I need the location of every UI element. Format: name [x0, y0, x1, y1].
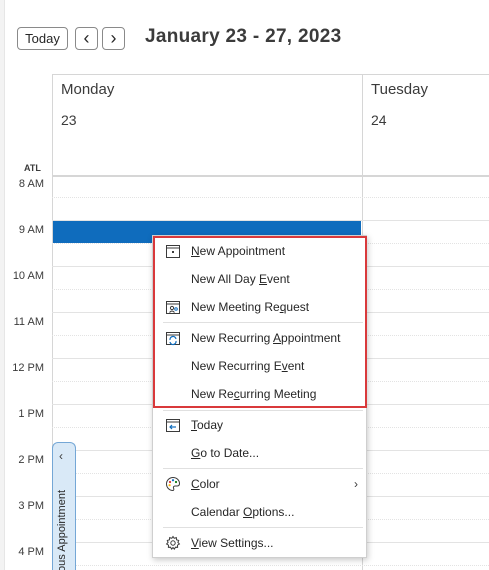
- menu-item-label: Today: [191, 418, 224, 432]
- menu-separator: [163, 410, 363, 411]
- menu-item-view-settings[interactable]: View Settings...: [153, 530, 366, 556]
- previous-appointment-label: Previous Appointment: [56, 489, 68, 570]
- time-label-4pm: 4 PM: [18, 546, 44, 558]
- time-label-12pm: 12 PM: [12, 362, 44, 374]
- next-week-button[interactable]: ›: [102, 27, 125, 50]
- previous-week-button[interactable]: ‹: [75, 27, 98, 50]
- menu-item-label: View Settings...: [191, 536, 274, 550]
- time-label-2pm: 2 PM: [18, 454, 44, 466]
- menu-separator: [163, 468, 363, 469]
- menu-separator: [163, 527, 363, 528]
- date-number-monday[interactable]: 23: [61, 112, 77, 128]
- today-button[interactable]: Today: [17, 27, 68, 50]
- day-header-monday[interactable]: Monday: [61, 81, 114, 98]
- highlight-box: [153, 236, 367, 408]
- day-header-tuesday[interactable]: Tuesday: [371, 81, 428, 98]
- time-label-8am: 8 AM: [18, 178, 44, 190]
- menu-item-label: Color: [191, 477, 220, 491]
- time-label-10am: 10 AM: [12, 270, 44, 282]
- today-icon: [166, 419, 180, 432]
- date-number-tuesday[interactable]: 24: [371, 112, 387, 128]
- all-day-separator: [52, 175, 489, 177]
- time-label-9am: 9 AM: [18, 224, 44, 236]
- chevron-left-icon: ‹: [59, 449, 63, 463]
- time-label-11am: 11 AM: [13, 316, 44, 328]
- time-label-3pm: 3 PM: [18, 500, 44, 512]
- settings-gear-icon: [165, 535, 181, 550]
- chevron-left-icon: ‹: [83, 27, 90, 48]
- timezone-label: ATL: [24, 163, 41, 173]
- chevron-right-icon: ›: [110, 27, 117, 48]
- half-hour-line: [52, 197, 489, 198]
- half-hour-line: [52, 565, 489, 566]
- menu-item-go-to-date[interactable]: Go to Date...: [153, 440, 366, 466]
- color-palette-icon: [166, 476, 181, 492]
- menu-item-label: Go to Date...: [191, 446, 260, 460]
- menu-item-color[interactable]: Color ›: [153, 471, 366, 497]
- grid-top-border: [52, 74, 489, 75]
- menu-item-label: Calendar Options...: [191, 505, 295, 519]
- time-label-1pm: 1 PM: [18, 408, 44, 420]
- menu-item-today[interactable]: Today: [153, 412, 366, 438]
- left-edge-strip: [0, 0, 5, 570]
- date-range-title: January 23 - 27, 2023: [145, 26, 342, 47]
- previous-appointment-tab[interactable]: ‹ Previous Appointment: [52, 442, 76, 570]
- menu-item-calendar-options[interactable]: Calendar Options...: [153, 499, 366, 525]
- submenu-arrow-icon: ›: [354, 477, 358, 491]
